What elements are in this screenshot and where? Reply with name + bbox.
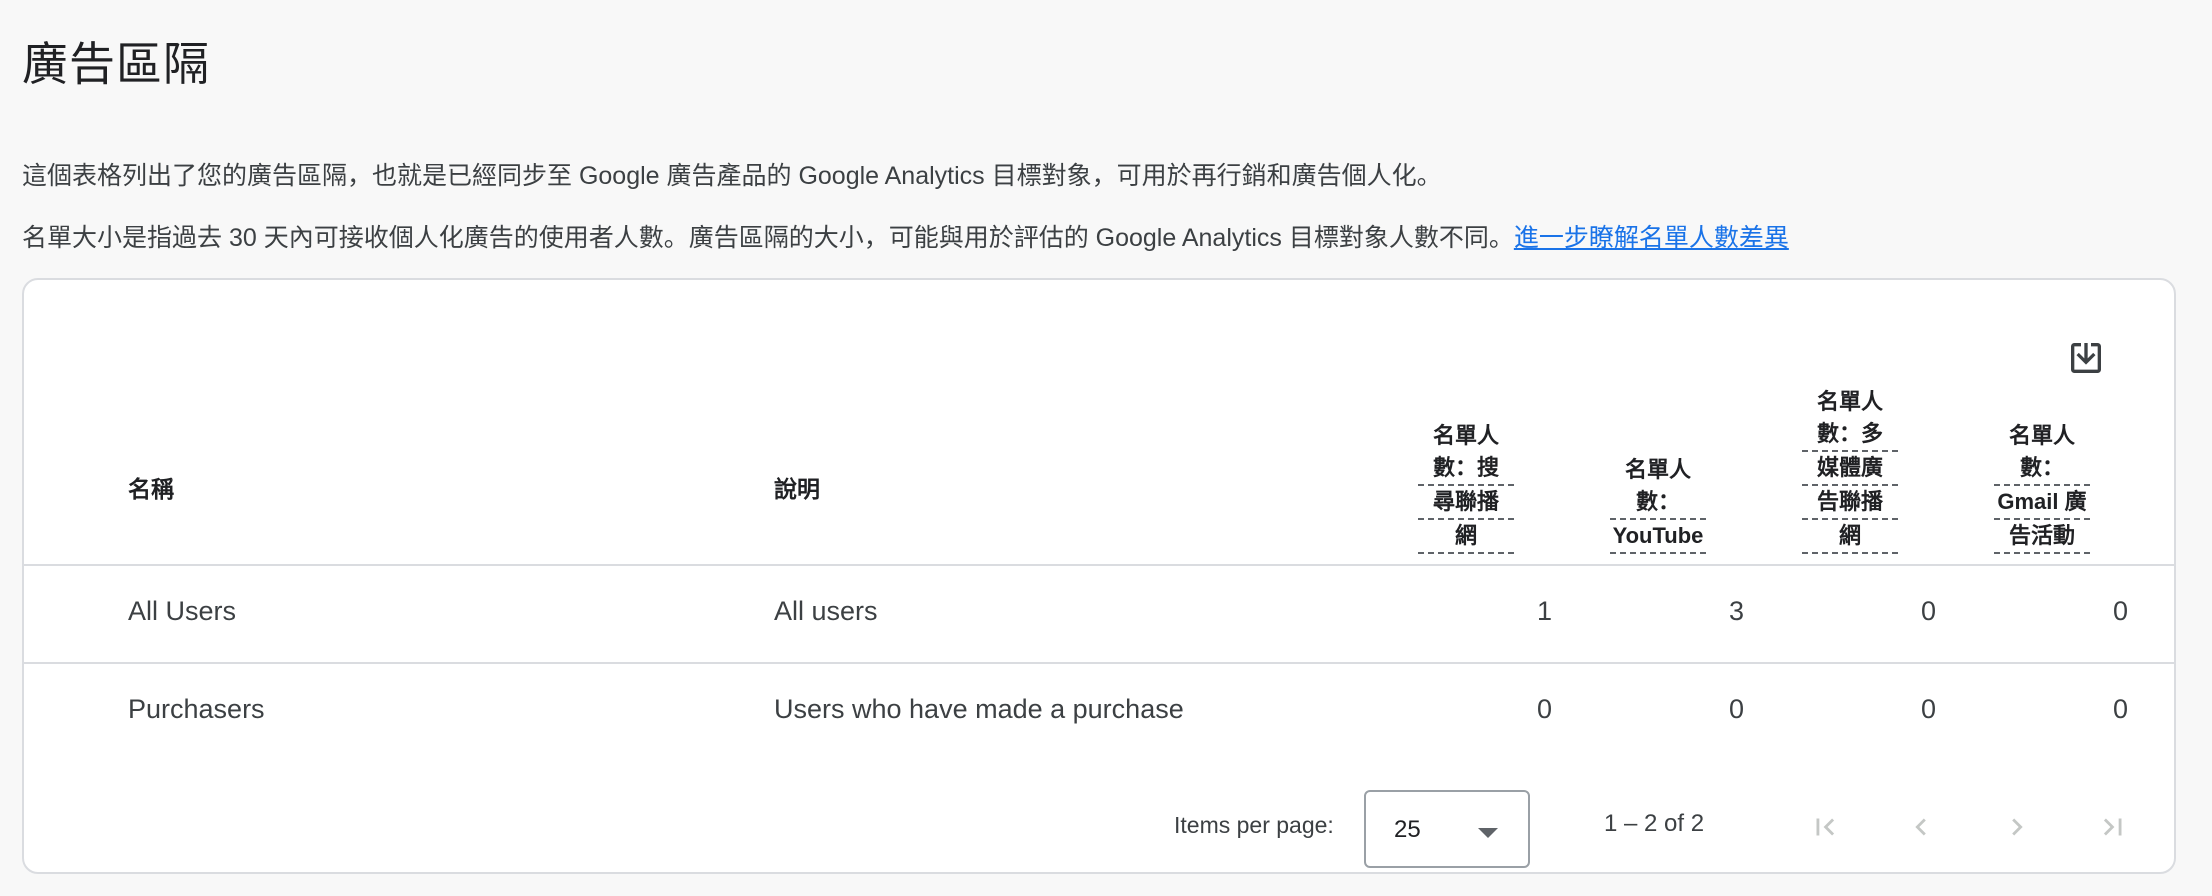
table-header-row: 名稱 說明 名單人 數：搜 尋聯播 網 名單人 數： YouTube 名單人 數… <box>24 389 2174 566</box>
learn-more-link[interactable]: 進一步瞭解名單人數差異 <box>1514 224 1789 252</box>
items-per-page-select[interactable]: 25 <box>1364 790 1530 868</box>
table-row[interactable]: Purchasers Users who have made a purchas… <box>24 664 2174 760</box>
display-network-count: 0 <box>1920 694 1936 724</box>
dropdown-arrow-icon <box>1478 828 1498 838</box>
last-page-icon <box>2103 818 2122 836</box>
header-line: 網 <box>1802 520 1898 554</box>
header-line: 媒體廣 <box>1802 452 1898 486</box>
display-network-count: 0 <box>1920 596 1936 626</box>
search-network-count: 1 <box>1536 596 1552 626</box>
first-page-icon <box>1816 818 1835 836</box>
column-header-youtube[interactable]: 名單人 數： YouTube <box>1610 454 1706 554</box>
paginator: Items per page: 25 1 – 2 of 2 <box>24 786 2174 868</box>
page: 廣告區隔 這個表格列出了您的廣告區隔，也就是已經同步至 Google 廣告產品的… <box>0 0 2212 896</box>
first-page-button[interactable] <box>1800 802 1850 852</box>
header-line: 數： <box>1610 486 1706 520</box>
header-line: 數：多 <box>1802 418 1898 452</box>
segment-name: All Users <box>128 596 237 626</box>
size-description-text: 名單大小是指過去 30 天內可接收個人化廣告的使用者人數。廣告區隔的大小，可能與… <box>22 224 1514 252</box>
header-line: 告聯播 <box>1802 486 1898 520</box>
segment-description: All users <box>774 596 878 626</box>
youtube-count: 3 <box>1728 596 1744 626</box>
last-page-button[interactable] <box>2088 802 2138 852</box>
header-line: 告活動 <box>1994 520 2090 554</box>
gmail-count: 0 <box>2112 694 2128 724</box>
column-header-gmail[interactable]: 名單人 數： Gmail 廣 告活動 <box>1994 420 2090 554</box>
page-range-label: 1 – 2 of 2 <box>1604 810 1705 837</box>
page-description: 這個表格列出了您的廣告區隔，也就是已經同步至 Google 廣告產品的 Goog… <box>22 162 1442 190</box>
header-line: 名單人 <box>2008 423 2075 448</box>
column-header-name[interactable]: 名稱 <box>128 470 174 504</box>
table-row[interactable]: All Users All users 1 3 0 0 <box>24 566 2174 664</box>
download-button[interactable] <box>2058 330 2114 386</box>
next-page-button[interactable] <box>1992 802 2042 852</box>
previous-page-button[interactable] <box>1896 802 1946 852</box>
segment-name: Purchasers <box>128 694 265 724</box>
previous-page-icon <box>1915 818 1926 836</box>
download-icon <box>2071 343 2101 373</box>
header-line: 網 <box>1418 520 1514 554</box>
page-title: 廣告區隔 <box>22 38 210 90</box>
page-description-size: 名單大小是指過去 30 天內可接收個人化廣告的使用者人數。廣告區隔的大小，可能與… <box>22 218 1789 254</box>
header-line: 名單人 <box>1432 423 1499 448</box>
gmail-count: 0 <box>2112 596 2128 626</box>
items-per-page-label: Items per page: <box>1174 812 1334 838</box>
header-line: 名單人 <box>1624 457 1691 482</box>
youtube-count: 0 <box>1728 694 1744 724</box>
header-line: 名單人 <box>1816 389 1883 414</box>
ad-segments-table-card: 名稱 說明 名單人 數：搜 尋聯播 網 名單人 數： YouTube 名單人 數… <box>22 278 2176 874</box>
column-header-display-network[interactable]: 名單人 數：多 媒體廣 告聯播 網 <box>1802 386 1898 554</box>
segment-description: Users who have made a purchase <box>774 694 1184 724</box>
header-line: 數： <box>1994 452 2090 486</box>
header-line: 數：搜 <box>1418 452 1514 486</box>
items-per-page-value: 25 <box>1394 816 1421 843</box>
next-page-icon <box>2012 818 2023 836</box>
search-network-count: 0 <box>1536 694 1552 724</box>
header-line: Gmail 廣 <box>1994 486 2090 520</box>
column-header-description[interactable]: 說明 <box>774 470 820 504</box>
header-line: YouTube <box>1610 520 1706 554</box>
column-header-search-network[interactable]: 名單人 數：搜 尋聯播 網 <box>1418 420 1514 554</box>
header-line: 尋聯播 <box>1418 486 1514 520</box>
